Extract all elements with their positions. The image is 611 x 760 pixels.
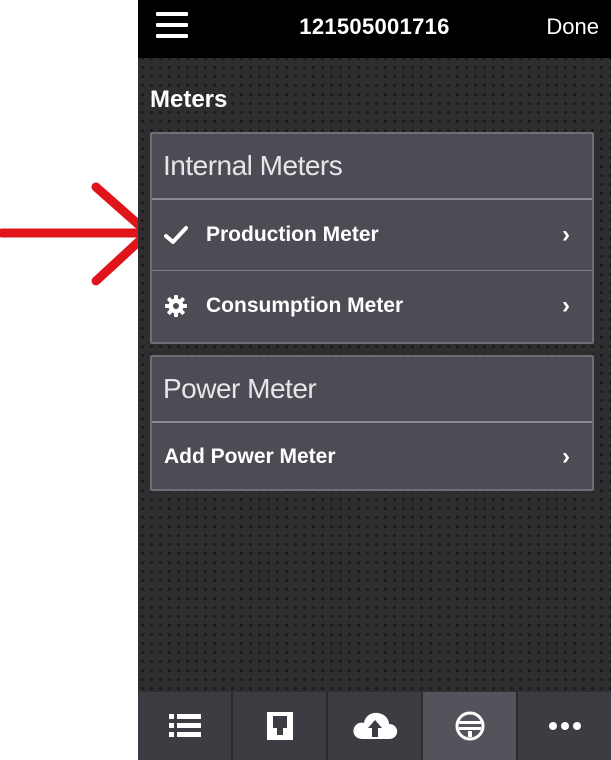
chevron-right-icon: › — [562, 292, 570, 319]
consumption-meter-row[interactable]: Consumption Meter › — [152, 270, 592, 341]
more-icon — [548, 722, 581, 730]
production-meter-row[interactable]: Production Meter › — [152, 200, 592, 270]
annotation-arrow — [0, 182, 153, 286]
row-label: Production Meter — [206, 223, 379, 246]
row-label: Add Power Meter — [164, 445, 336, 468]
tab-devices[interactable] — [233, 692, 328, 760]
chevron-right-icon: › — [562, 443, 570, 470]
tab-list[interactable] — [138, 692, 233, 760]
power-meter-panel: Power Meter Add Power Meter › — [150, 355, 594, 491]
device-icon — [266, 712, 293, 740]
meter-icon — [455, 711, 484, 741]
bottom-tab-bar — [138, 692, 611, 760]
internal-meters-panel: Internal Meters Production Meter › Consu… — [150, 132, 594, 344]
serial-number-title: 121505001716 — [299, 14, 450, 39]
app-screen: 121505001716 Done Meters Internal Meters… — [138, 0, 611, 760]
section-header: Power Meter — [152, 357, 592, 423]
add-power-meter-row[interactable]: Add Power Meter › — [152, 423, 592, 491]
tab-upload[interactable] — [328, 692, 423, 760]
page-title: Meters — [150, 86, 228, 113]
check-icon — [164, 223, 194, 247]
list-icon — [168, 714, 201, 737]
tab-more[interactable] — [518, 692, 611, 760]
section-header: Internal Meters — [152, 134, 592, 200]
top-bar: 121505001716 Done — [138, 0, 611, 58]
tab-meters[interactable] — [423, 692, 518, 760]
done-button[interactable]: Done — [546, 14, 599, 40]
cloud-upload-icon — [352, 712, 397, 739]
row-label: Consumption Meter — [206, 294, 404, 317]
chevron-right-icon: › — [562, 221, 570, 248]
gear-icon — [164, 294, 194, 318]
